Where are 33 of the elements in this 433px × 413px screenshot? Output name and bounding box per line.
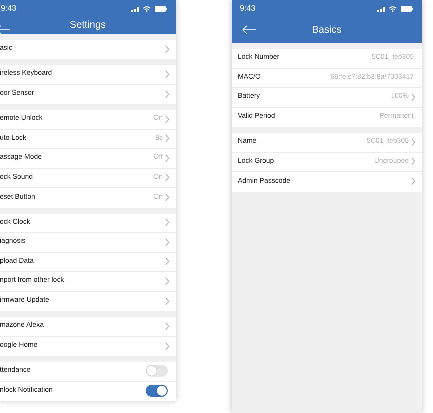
wifi-icon	[143, 6, 151, 12]
chevron-right-icon	[165, 257, 170, 266]
back-arrow-icon[interactable]	[242, 25, 257, 35]
chevron-right-icon	[411, 157, 416, 166]
screen-title: Basics	[312, 24, 342, 38]
chevron-right-icon	[165, 193, 170, 202]
chevron-right-icon	[165, 134, 170, 144]
chevron-right-icon	[165, 154, 170, 163]
battery-icon	[155, 6, 168, 12]
chevron-right-icon	[165, 342, 170, 351]
chevron-right-icon	[165, 90, 170, 99]
chevron-right-icon	[165, 70, 170, 79]
chevron-right-icon	[165, 218, 170, 228]
chevron-right-icon	[165, 296, 170, 306]
toggle-switch[interactable]	[146, 385, 168, 398]
wifi-icon	[389, 6, 397, 12]
chevron-right-icon	[411, 138, 416, 147]
chevron-right-icon	[165, 173, 170, 182]
signal-icon	[131, 6, 139, 12]
chevron-right-icon	[165, 238, 170, 247]
signal-icon	[377, 6, 385, 12]
chevron-right-icon	[165, 44, 170, 54]
toggle-switch[interactable]	[146, 365, 168, 378]
status-time: 9:43	[240, 2, 256, 14]
battery-icon	[401, 6, 414, 12]
status-time: 9:43	[1, 2, 17, 14]
chevron-right-icon	[165, 322, 170, 331]
screen-title: Settings	[70, 18, 106, 33]
chevron-right-icon	[411, 92, 416, 102]
chevron-right-icon	[411, 177, 416, 186]
back-arrow-icon[interactable]	[0, 25, 11, 35]
chevron-right-icon	[165, 114, 170, 124]
chevron-right-icon	[165, 276, 170, 286]
